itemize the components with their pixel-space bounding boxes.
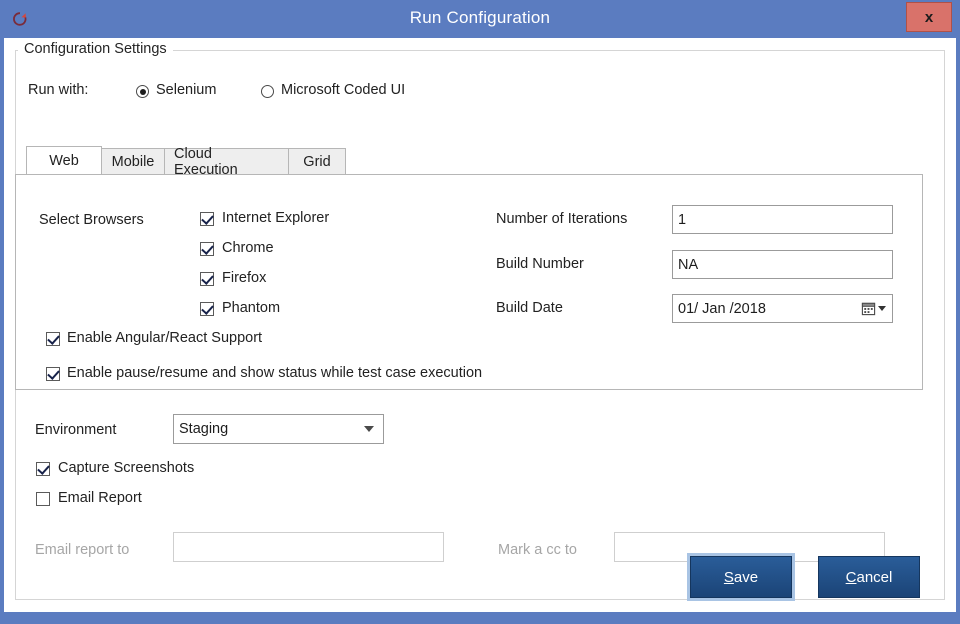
radio-microsoft-coded-ui[interactable] <box>261 85 274 98</box>
email-report-to-input[interactable] <box>173 532 444 562</box>
checkbox-firefox-label: Firefox <box>222 270 266 286</box>
build-date-value: 01/ Jan /2018 <box>673 301 861 317</box>
configuration-settings-legend: Configuration Settings <box>18 41 173 57</box>
email-report-to-label: Email report to <box>35 542 129 558</box>
checkbox-chrome[interactable] <box>200 242 214 256</box>
radio-selenium-label: Selenium <box>156 82 216 98</box>
checkbox-phantom[interactable] <box>200 302 214 316</box>
environment-select[interactable]: StagingProductionDevelopmentQA <box>173 414 384 444</box>
checkbox-email-report[interactable] <box>36 492 50 506</box>
tab-web[interactable]: Web <box>26 146 102 175</box>
checkbox-phantom-label: Phantom <box>222 300 280 316</box>
close-button[interactable]: x <box>906 2 952 32</box>
iterations-label: Number of Iterations <box>496 211 627 227</box>
dialog-client-area: Configuration Settings Run with: Seleniu… <box>4 38 956 612</box>
checkbox-pause-resume[interactable] <box>46 367 60 381</box>
checkbox-internet-explorer-label: Internet Explorer <box>222 210 329 226</box>
checkbox-angular-react-support-label: Enable Angular/React Support <box>67 330 262 346</box>
mark-cc-to-label: Mark a cc to <box>498 542 577 558</box>
tab-grid[interactable]: Grid <box>288 148 346 175</box>
radio-selenium[interactable] <box>136 85 149 98</box>
checkbox-internet-explorer[interactable] <box>200 212 214 226</box>
run-configuration-window: Run Configuration x Configuration Settin… <box>0 0 960 624</box>
tab-cloud-execution[interactable]: Cloud Execution <box>164 148 289 175</box>
checkbox-capture-screenshots[interactable] <box>36 462 50 476</box>
checkbox-email-report-label: Email Report <box>58 490 142 506</box>
cancel-button-accel: C <box>846 569 857 586</box>
checkbox-pause-resume-label: Enable pause/resume and show status whil… <box>67 365 482 381</box>
calendar-icon <box>861 301 876 316</box>
chevron-down-icon[interactable] <box>878 306 886 311</box>
radio-microsoft-coded-ui-label: Microsoft Coded UI <box>281 82 405 98</box>
tab-mobile[interactable]: Mobile <box>101 148 165 175</box>
checkbox-angular-react-support[interactable] <box>46 332 60 346</box>
cancel-button-label: ancel <box>856 569 892 586</box>
iterations-input[interactable] <box>672 205 893 234</box>
build-date-label: Build Date <box>496 300 563 316</box>
build-number-label: Build Number <box>496 256 584 272</box>
save-button-accel: S <box>724 569 734 586</box>
window-title: Run Configuration <box>0 8 960 28</box>
checkbox-firefox[interactable] <box>200 272 214 286</box>
build-number-input[interactable] <box>672 250 893 279</box>
build-date-picker[interactable]: 01/ Jan /2018 <box>672 294 893 323</box>
cancel-button[interactable]: Cancel <box>818 556 920 598</box>
save-button[interactable]: Save <box>690 556 792 598</box>
title-bar: Run Configuration x <box>0 0 960 38</box>
environment-label: Environment <box>35 422 116 438</box>
run-with-label: Run with: <box>28 82 88 98</box>
save-button-label: ave <box>734 569 758 586</box>
checkbox-capture-screenshots-label: Capture Screenshots <box>58 460 194 476</box>
select-browsers-label: Select Browsers <box>39 212 144 228</box>
checkbox-chrome-label: Chrome <box>222 240 274 256</box>
